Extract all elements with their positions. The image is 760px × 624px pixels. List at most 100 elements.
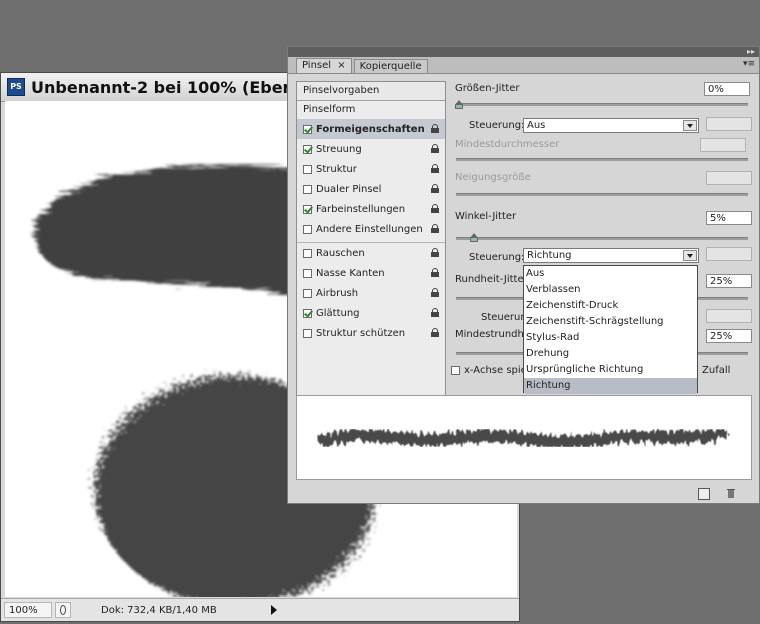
brush-option-struktur-schützen[interactable]: Struktur schützen (297, 323, 445, 343)
angle-jitter-input[interactable]: 5% (706, 211, 752, 225)
tilt-scale-field (706, 171, 752, 185)
brush-option-label: Dualer Pinsel (316, 183, 382, 195)
close-icon[interactable]: × (337, 60, 345, 71)
control1-select[interactable]: Aus (523, 118, 699, 133)
lock-icon[interactable] (431, 144, 439, 153)
brush-option-label: Glättung (316, 307, 360, 319)
lock-icon[interactable] (431, 164, 439, 173)
angle-jitter-slider[interactable] (456, 237, 748, 240)
panel-menu-icon[interactable]: ▾≡ (743, 59, 755, 69)
size-jitter-slider[interactable] (456, 103, 748, 106)
preview-stroke (319, 428, 728, 449)
brush-option-checkbox[interactable] (303, 124, 312, 134)
brush-option-checkbox[interactable] (303, 268, 312, 278)
brush-option-label: Rauschen (316, 247, 365, 259)
control1-select-value: Aus (527, 120, 546, 131)
brush-option-checkbox[interactable] (303, 248, 312, 258)
panel-tabbar: Pinsel × Kopierquelle ▾≡ (288, 57, 759, 74)
control2-label: Steuerung: (469, 252, 525, 263)
brush-option-label: Nasse Kanten (316, 267, 385, 279)
lock-icon[interactable] (431, 328, 439, 337)
preview-stroke-path (319, 428, 728, 449)
panel-header-strip[interactable]: ▸▸ (288, 47, 759, 57)
brush-option-rauschen[interactable]: Rauschen (297, 242, 445, 263)
lock-icon[interactable] (431, 288, 439, 297)
brush-tip-shape-item[interactable]: Pinselform (297, 101, 445, 119)
brush-options-list: Pinselvorgaben Pinselform Formeigenschaf… (296, 81, 446, 427)
min-diameter-field (700, 138, 746, 152)
tab-pinsel[interactable]: Pinsel × (296, 58, 352, 73)
angle-jitter-slider-thumb[interactable] (469, 233, 478, 242)
chevron-down-icon[interactable] (683, 250, 697, 261)
brush-option-streuung[interactable]: Streuung (297, 139, 445, 159)
tab-kopierquelle[interactable]: Kopierquelle (353, 59, 428, 73)
lock-icon[interactable] (431, 184, 439, 193)
flip-x-checkbox-box[interactable] (451, 366, 460, 375)
brush-option-checkbox[interactable] (303, 328, 312, 338)
brush-option-checkbox[interactable] (303, 204, 312, 214)
zoom-field[interactable]: 100% (4, 602, 52, 618)
collapse-panel-icon[interactable]: ▸▸ (747, 48, 755, 56)
brush-option-checkbox[interactable] (303, 164, 312, 174)
lock-icon[interactable] (431, 124, 439, 133)
dropdown-option[interactable]: Ursprüngliche Richtung (524, 362, 697, 378)
min-diameter-slider (456, 158, 748, 161)
tab-pinsel-label: Pinsel (302, 60, 332, 71)
lock-icon[interactable] (431, 224, 439, 233)
lock-icon[interactable] (431, 308, 439, 317)
brush-option-label: Struktur (316, 163, 357, 175)
brush-option-checkbox[interactable] (303, 144, 312, 154)
flip-x-checkbox[interactable]: x-Achse spie (451, 365, 527, 376)
dropdown-option[interactable]: Verblassen (524, 282, 697, 298)
brush-option-label: Airbrush (316, 287, 359, 299)
brush-option-glättung[interactable]: Glättung (297, 303, 445, 323)
min-diameter-label: Mindestdurchmesser (455, 139, 560, 150)
control3-aux-field (706, 309, 752, 323)
min-roundness-input[interactable]: 25% (706, 329, 752, 343)
chevron-down-icon[interactable] (683, 120, 697, 131)
trash-icon[interactable] (726, 488, 736, 498)
brush-option-checkbox[interactable] (303, 308, 312, 318)
fur-stroke-top (34, 165, 325, 301)
brush-option-farbeinstellungen[interactable]: Farbeinstellungen (297, 199, 445, 219)
dropdown-option[interactable]: Zeichenstift-Schrägstellung (524, 314, 697, 330)
brush-option-checkbox[interactable] (303, 184, 312, 194)
brush-stroke-preview (296, 395, 752, 480)
brush-option-nasse-kanten[interactable]: Nasse Kanten (297, 263, 445, 283)
roundness-jitter-label: Rundheit-Jitter (455, 274, 528, 285)
dropdown-option[interactable]: Drehung (524, 346, 697, 362)
lock-icon[interactable] (431, 268, 439, 277)
document-title: Unbenannt-2 bei 100% (Ebene (31, 77, 305, 97)
roundness-jitter-input[interactable]: 25% (706, 274, 752, 288)
size-jitter-input[interactable]: 0% (704, 82, 750, 96)
dropdown-option[interactable]: Stylus-Rad (524, 330, 697, 346)
brush-presets-button[interactable]: Pinselvorgaben (297, 82, 445, 101)
panel-bottom-bar (288, 485, 759, 503)
control2-select-value: Richtung (527, 250, 572, 261)
brush-option-label: Andere Einstellungen (316, 223, 423, 235)
angle-jitter-label: Winkel-Jitter (455, 211, 517, 222)
brush-option-checkbox[interactable] (303, 288, 312, 298)
control2-select[interactable]: Richtung (523, 248, 699, 263)
brush-option-dualer-pinsel[interactable]: Dualer Pinsel (297, 179, 445, 199)
brush-option-andere-einstellungen[interactable]: Andere Einstellungen (297, 219, 445, 239)
dropdown-option[interactable]: Aus (524, 266, 697, 282)
photoshop-icon: PS (7, 78, 25, 96)
new-preset-icon[interactable] (698, 488, 710, 500)
brush-option-formeigenschaften[interactable]: Formeigenschaften (297, 119, 445, 139)
brush-option-label: Struktur schützen (316, 327, 406, 339)
dropdown-option[interactable]: Richtung (524, 378, 697, 394)
flip-x-label: x-Achse spie (464, 365, 527, 376)
brush-option-struktur[interactable]: Struktur (297, 159, 445, 179)
size-jitter-slider-thumb[interactable] (455, 100, 463, 109)
brush-option-label: Farbeinstellungen (316, 203, 406, 215)
status-menu-icon[interactable] (55, 602, 71, 618)
brush-panel: ▸▸ Pinsel × Kopierquelle ▾≡ Pinselvorgab… (287, 46, 760, 504)
status-expand-arrow-icon[interactable] (271, 605, 277, 615)
lock-icon[interactable] (431, 204, 439, 213)
lock-icon[interactable] (431, 248, 439, 257)
document-size-info: Dok: 732,4 KB/1,40 MB (101, 604, 217, 616)
brush-option-checkbox[interactable] (303, 224, 312, 234)
brush-option-airbrush[interactable]: Airbrush (297, 283, 445, 303)
dropdown-option[interactable]: Zeichenstift-Druck (524, 298, 697, 314)
